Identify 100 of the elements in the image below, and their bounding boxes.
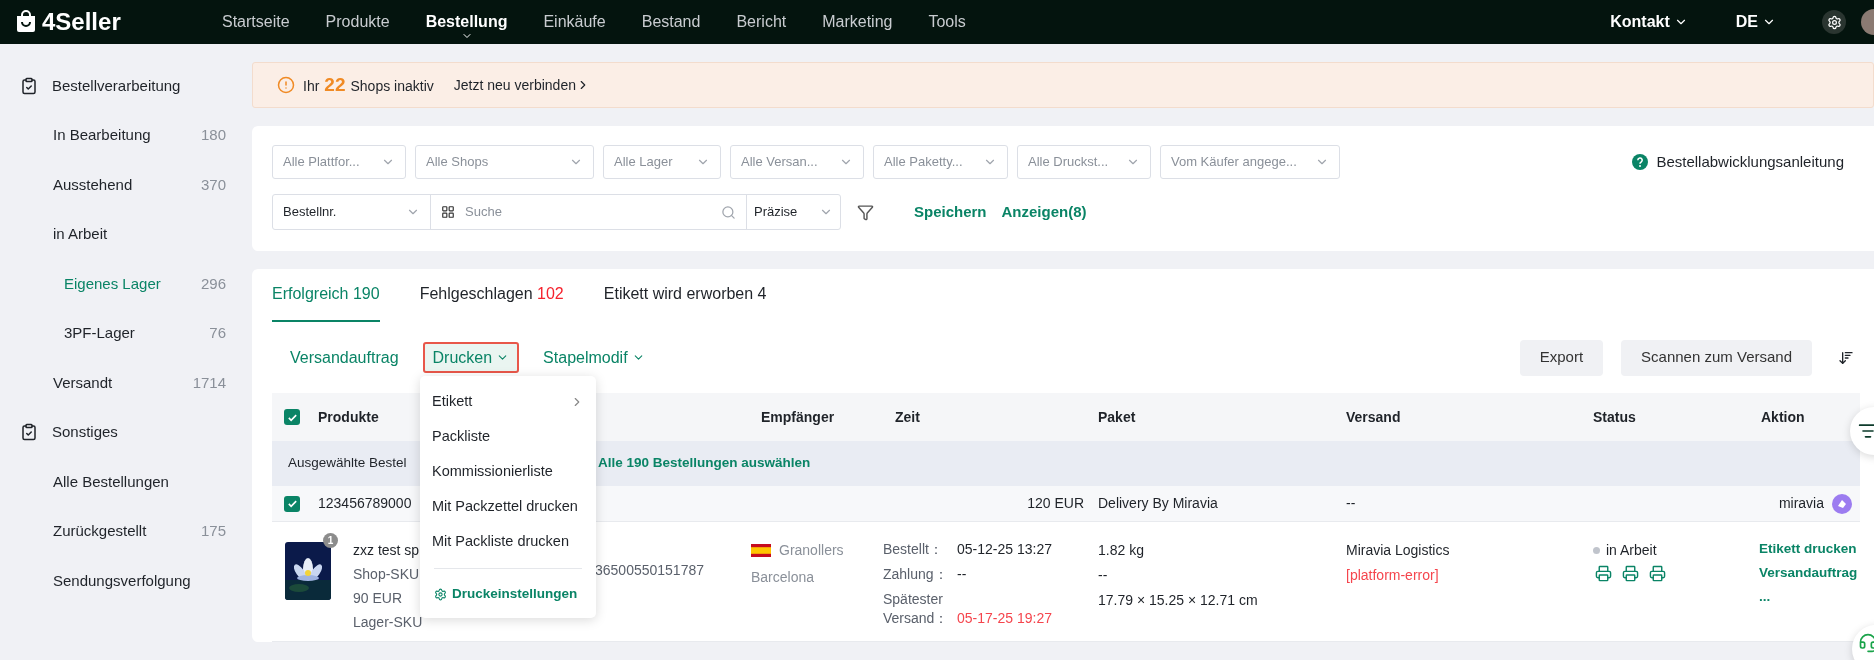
sidebar-item[interactable]: Eigenes Lager 296 xyxy=(0,259,252,309)
sidebar-item[interactable]: 3PF-Lager 76 xyxy=(0,308,252,358)
checkbox[interactable] xyxy=(284,409,300,425)
row-action-link[interactable]: Versandauftrag xyxy=(1759,564,1860,581)
product-title: zxz test sp xyxy=(353,541,420,560)
filter-icon[interactable] xyxy=(857,203,874,221)
column-header: Produkte xyxy=(318,407,379,427)
toolbar-button[interactable]: Export xyxy=(1519,339,1604,376)
contact-menu[interactable]: Kontakt xyxy=(1610,10,1688,34)
column-header: Versand xyxy=(1346,407,1401,427)
order-id: 123456789000 xyxy=(318,495,412,511)
shop-sku: Shop-SKU xyxy=(353,565,420,584)
time-value: 05-17-25 19:27 xyxy=(957,609,1052,628)
recipient-city: Granollers xyxy=(779,541,844,560)
menu-item[interactable]: Kommissionierliste xyxy=(420,454,596,489)
row-action-link[interactable]: ... xyxy=(1759,588,1860,605)
logo-icon xyxy=(14,10,38,34)
toolbar-action[interactable]: Drucken xyxy=(422,342,520,373)
settings-icon[interactable] xyxy=(1822,10,1846,34)
help-link[interactable]: Bestellabwicklungsanleitung xyxy=(1656,150,1844,174)
toolbar-button[interactable]: Scannen zum Versand xyxy=(1621,339,1812,376)
settings-icon xyxy=(434,587,447,601)
package-dimensions: 17.79 × 15.25 × 12.71 cm xyxy=(1098,591,1259,610)
clipboard-icon xyxy=(20,423,38,442)
shop-name: miravia xyxy=(1778,494,1824,513)
spain-flag-icon xyxy=(751,544,771,557)
sidebar-item[interactable]: in Arbeit xyxy=(0,209,252,259)
order-total: 120 EUR xyxy=(1027,494,1085,513)
alert-icon xyxy=(277,76,295,94)
nav-item[interactable]: Tools xyxy=(928,10,966,34)
headset-icon xyxy=(1858,633,1874,653)
clipboard-icon xyxy=(20,76,38,95)
sidebar-item[interactable]: Zurückgestellt 175 xyxy=(0,506,252,556)
row-action-link[interactable]: Etikett drucken xyxy=(1759,540,1860,557)
reconnect-link[interactable]: Jetzt neu verbinden xyxy=(453,74,590,96)
column-header: Status xyxy=(1593,407,1636,427)
count: 76 xyxy=(209,323,226,343)
nav-item[interactable]: Produkte xyxy=(325,10,390,34)
select-all-link[interactable]: Alle 190 Bestellungen auswählen xyxy=(598,453,811,474)
language-menu[interactable]: DE xyxy=(1735,10,1776,34)
warning-text: Ihr 22 Shops inaktiv xyxy=(303,72,434,97)
printer-icon[interactable] xyxy=(1595,565,1612,582)
nav-item[interactable]: Einkäufe xyxy=(543,10,606,34)
sort-icon[interactable] xyxy=(1838,349,1854,366)
selection-text: Ausgewählte Bestel xyxy=(288,455,407,471)
column-header: Zeit xyxy=(895,407,920,427)
product-price: 90 EUR xyxy=(353,589,403,608)
show-link[interactable]: Anzeigen(8) xyxy=(1001,200,1087,224)
checkbox[interactable] xyxy=(284,495,300,512)
time-value: 05-12-25 13:27 xyxy=(957,540,1052,559)
sidebar-item[interactable]: Alle Bestellungen xyxy=(0,457,252,507)
error-text: [platform-error] xyxy=(1346,566,1440,585)
sidebar-item[interactable]: Versandt 1714 xyxy=(0,358,252,408)
sidebar-group-title[interactable]: Bestellverarbeitung xyxy=(52,74,181,97)
sidebar-group-title[interactable]: Sonstiges xyxy=(52,421,118,444)
delivery-method: Delivery By Miravia xyxy=(1098,494,1219,513)
carrier-name: Miravia Logistics xyxy=(1346,541,1451,560)
nav-item[interactable]: Startseite xyxy=(222,10,290,34)
shop-icon xyxy=(1832,493,1852,514)
nav-item[interactable]: Bestand xyxy=(641,10,701,34)
package-weight: 1.82 kg xyxy=(1098,541,1145,560)
printer-icon[interactable] xyxy=(1622,565,1639,582)
warehouse-sku: Lager-SKU xyxy=(353,613,423,632)
sidebar-item[interactable]: In Bearbeitung 180 xyxy=(0,110,252,160)
menu-item[interactable]: Packliste xyxy=(420,419,596,454)
column-header: Paket xyxy=(1098,407,1136,427)
toolbar-action[interactable]: Versandauftrag xyxy=(280,342,409,373)
tab[interactable]: Fehlgeschlagen 102 xyxy=(419,282,564,322)
count: 180 xyxy=(200,125,226,145)
time-value: -- xyxy=(957,565,967,584)
status-text: in Arbeit xyxy=(1606,541,1657,560)
count: 296 xyxy=(200,273,226,294)
shipping-cell-text: -- xyxy=(1346,494,1357,513)
menu-item[interactable]: Etikett xyxy=(420,384,596,419)
menu-item[interactable]: Mit Packliste drucken xyxy=(420,524,596,559)
list-icon xyxy=(1858,421,1874,441)
quantity-badge: 1 xyxy=(323,533,338,548)
count: 370 xyxy=(200,174,226,195)
count: 1714 xyxy=(192,372,226,393)
printer-icon[interactable] xyxy=(1649,565,1666,582)
time-label: Zahlung： xyxy=(883,565,949,584)
sidebar-item[interactable]: Sendungsverfolgung xyxy=(0,556,252,606)
print-settings-link[interactable]: Druckeinstellungen xyxy=(420,578,596,610)
sidebar-item[interactable]: Ausstehend 370 xyxy=(0,160,252,210)
column-header: Aktion xyxy=(1761,407,1805,427)
column-header: Empfänger xyxy=(761,407,835,427)
product-code: 36500550151787 xyxy=(595,561,704,580)
save-link[interactable]: Speichern xyxy=(914,200,987,224)
help-icon[interactable] xyxy=(1632,154,1649,170)
tab[interactable]: Etikett wird erworben 4 xyxy=(603,282,767,322)
count: 175 xyxy=(200,521,226,541)
tab[interactable]: Erfolgreich 190 xyxy=(272,282,380,322)
time-label: Spätester Versand： xyxy=(883,590,950,628)
logo[interactable]: 4Seller xyxy=(42,4,121,40)
toolbar-action[interactable]: Stapelmodif xyxy=(533,342,655,373)
menu-item[interactable]: Mit Packzettel drucken xyxy=(420,489,596,524)
nav-item[interactable]: Marketing xyxy=(822,10,893,34)
nav-item[interactable]: Bericht xyxy=(736,10,787,34)
check-icon xyxy=(286,498,298,509)
nav-item[interactable]: Bestellung xyxy=(425,10,508,34)
